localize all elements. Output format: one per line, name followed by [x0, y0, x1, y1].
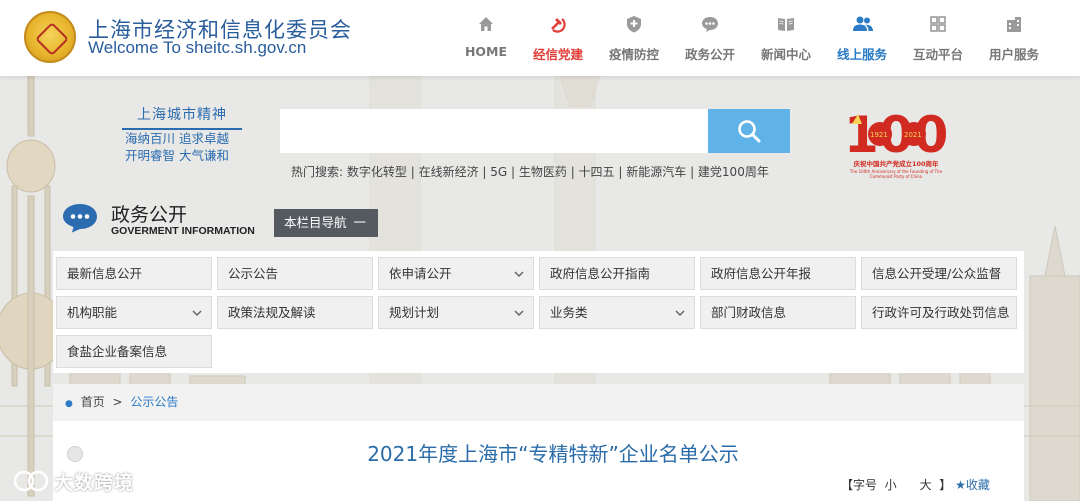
category-label: 依申请公开 — [389, 266, 452, 281]
nav-item-news[interactable]: 新闻中心 — [748, 14, 824, 64]
category-panel: 最新信息公开 公示公告 依申请公开 政府信息公开指南 政府信息公开年报 信息公开… — [53, 251, 1024, 373]
category-label: 政府信息公开指南 — [550, 266, 651, 281]
section-title: 政务公开 — [111, 204, 188, 226]
column-nav-button[interactable]: 本栏目导航 一 — [274, 209, 378, 237]
grid-icon — [928, 14, 948, 34]
building-icon — [1004, 14, 1024, 34]
chevron-down-icon — [514, 310, 524, 317]
nav-item-gov-open[interactable]: 政务公开 — [672, 14, 748, 64]
nav-label: 用户服务 — [988, 47, 1039, 62]
city-spirit-line-2: 开明睿智 大气谦和 — [125, 148, 229, 163]
breadcrumb: ● 首页 > 公示公告 — [53, 384, 1024, 421]
nav-label: 疫情防控 — [608, 47, 659, 62]
category-policies[interactable]: 政策法规及解读 — [217, 296, 373, 329]
nav-item-online-service[interactable]: 线上服务 — [824, 14, 900, 64]
hot-search-term[interactable]: 新能源汽车 — [626, 165, 686, 179]
anniversary-caption: 庆祝中国共产党成立100周年 The 100th Anniversary of … — [846, 158, 946, 179]
nav-label: 新闻中心 — [760, 47, 811, 62]
category-on-request[interactable]: 依申请公开 — [378, 257, 534, 290]
category-label: 政策法规及解读 — [228, 305, 316, 320]
search-icon — [738, 120, 761, 143]
hot-search-label: 热门搜索: — [291, 165, 344, 179]
category-public-supervision[interactable]: 信息公开受理/公众监督 — [861, 257, 1017, 290]
anniversary-number: 100 — [844, 106, 948, 164]
nav-label: 线上服务 — [836, 47, 887, 62]
bullet-icon: ● — [65, 399, 73, 409]
hot-search-term[interactable]: 在线新经济 — [419, 165, 479, 179]
category-announcements[interactable]: 公示公告 — [217, 257, 373, 290]
category-label: 行政许可及行政处罚信息 — [872, 305, 1010, 320]
category-plans[interactable]: 规划计划 — [378, 296, 534, 329]
chevron-down-icon — [675, 310, 685, 317]
font-bracket-close: 】 — [939, 478, 952, 492]
watermark-text: 大数跨境 — [54, 472, 135, 494]
font-large-button[interactable]: 大 — [920, 478, 932, 492]
category-functions[interactable]: 机构职能 — [56, 296, 212, 329]
breadcrumb-home[interactable]: 首页 — [81, 395, 105, 409]
article-title: 2021年度上海市“专精特新”企业名单公示 — [367, 442, 739, 466]
chevron-down-icon — [514, 271, 524, 278]
site-subtitle[interactable]: Welcome To sheitc.sh.gov.cn — [88, 38, 306, 58]
category-label: 部门财政信息 — [711, 305, 787, 320]
nav-item-epidemic[interactable]: 疫情防控 — [596, 14, 672, 64]
nav-item-interaction[interactable]: 互动平台 — [900, 14, 976, 64]
category-latest-info[interactable]: 最新信息公开 — [56, 257, 212, 290]
home-icon — [476, 14, 496, 34]
search-button[interactable] — [708, 109, 790, 153]
section-subtitle: GOVERMENT INFORMATION — [111, 225, 255, 237]
article-container: ● 首页 > 公示公告 2021年度上海市“专精特新”企业名单公示 【字号 小 … — [53, 384, 1024, 501]
anniversary-caption-en: The 100th Anniversary of the Founding of… — [849, 169, 943, 179]
category-label: 业务类 — [550, 305, 588, 320]
collapse-icon: 一 — [353, 215, 366, 230]
chat-bubble-icon — [63, 204, 97, 233]
chat-bubble-icon — [700, 14, 720, 34]
anniversary-year-left: 1921 — [870, 131, 888, 139]
category-label: 食盐企业备案信息 — [67, 344, 168, 359]
column-nav-label: 本栏目导航 — [284, 215, 347, 230]
anniversary-year-right: 2021 — [904, 131, 922, 139]
hot-search-term[interactable]: 十四五 — [579, 165, 615, 179]
search-input[interactable] — [280, 109, 708, 153]
site-header: 上海市经济和信息化委员会 Welcome To sheitc.sh.gov.cn… — [0, 0, 1080, 76]
watermark-logo-icon — [14, 470, 49, 492]
hot-search-term[interactable]: 生物医药 — [519, 165, 567, 179]
favorite-button[interactable]: ★收藏 — [955, 478, 990, 492]
category-finance[interactable]: 部门财政信息 — [700, 296, 856, 329]
article-toolbar: 【字号 小 大 】 ★收藏 — [841, 476, 990, 493]
category-business[interactable]: 业务类 — [539, 296, 695, 329]
users-icon — [852, 14, 873, 34]
category-annual-report[interactable]: 政府信息公开年报 — [700, 257, 856, 290]
nav-label: 经信党建 — [532, 47, 583, 62]
nav-label: HOME — [464, 44, 508, 59]
nav-item-home[interactable]: HOME — [448, 14, 524, 64]
font-size-label: 【字号 — [841, 478, 878, 492]
category-label: 政府信息公开年报 — [711, 266, 812, 281]
hot-search-term[interactable]: 5G — [490, 165, 507, 179]
book-icon — [776, 14, 796, 34]
shield-icon — [624, 14, 644, 34]
nav-item-party[interactable]: 经信党建 — [520, 14, 596, 64]
font-small-button[interactable]: 小 — [885, 478, 897, 492]
nav-label: 互动平台 — [912, 47, 963, 62]
category-label: 公示公告 — [228, 266, 279, 281]
breadcrumb-separator: > — [112, 395, 123, 409]
category-label: 最新信息公开 — [67, 266, 143, 281]
nav-item-user-service[interactable]: 用户服务 — [976, 14, 1052, 64]
hot-search-bar: 热门搜索: 数字化转型 | 在线新经济 | 5G | 生物医药 | 十四五 | … — [291, 165, 769, 179]
hot-search-term[interactable]: 建党100周年 — [698, 165, 769, 179]
hot-search-term[interactable]: 数字化转型 — [347, 165, 407, 179]
logo-emblem-icon[interactable] — [24, 11, 76, 63]
category-label: 信息公开受理/公众监督 — [872, 266, 1002, 281]
nav-label: 政务公开 — [684, 47, 735, 62]
category-licensing[interactable]: 行政许可及行政处罚信息 — [861, 296, 1017, 329]
chevron-down-icon — [192, 310, 202, 317]
category-label: 规划计划 — [389, 305, 440, 320]
hammer-sickle-icon — [548, 14, 568, 34]
city-spirit-title: 上海城市精神 — [122, 104, 242, 130]
category-guide[interactable]: 政府信息公开指南 — [539, 257, 695, 290]
breadcrumb-current[interactable]: 公示公告 — [130, 395, 178, 409]
anniversary-caption-cn: 庆祝中国共产党成立100周年 — [853, 160, 939, 168]
category-salt-enterprises[interactable]: 食盐企业备案信息 — [56, 335, 212, 368]
category-label: 机构职能 — [67, 305, 118, 320]
